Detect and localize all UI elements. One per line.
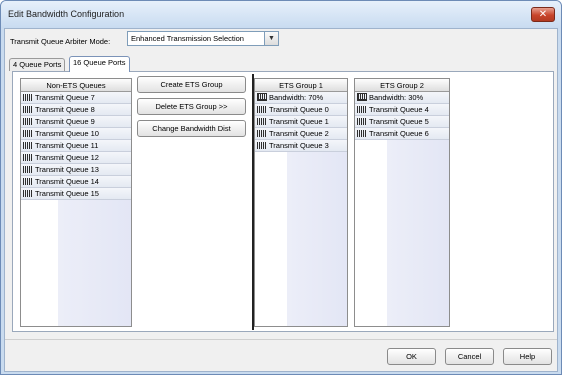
list-item-label: Transmit Queue 9	[35, 117, 95, 126]
tab-label: 4 Queue Ports	[13, 60, 62, 69]
tab-panel: Non-ETS Queues Transmit Queue 7 Transmit…	[12, 71, 554, 332]
queue-icon	[357, 118, 367, 125]
list-item-label: Transmit Queue 8	[35, 105, 95, 114]
list-item-label: Transmit Queue 12	[35, 153, 99, 162]
list-item-label: Transmit Queue 4	[369, 105, 429, 114]
tab-16-queue-ports[interactable]: 16 Queue Ports	[69, 56, 130, 72]
queue-icon	[257, 106, 267, 113]
queue-icon	[23, 154, 33, 161]
list-item-label: Transmit Queue 3	[269, 141, 329, 150]
queue-icon	[23, 118, 33, 125]
queue-icon	[23, 166, 33, 173]
ets-group-2-header: ETS Group 2	[355, 79, 449, 92]
close-button[interactable]: ✕	[531, 7, 555, 22]
bandwidth-row[interactable]: Bandwidth: 70%	[255, 92, 347, 104]
list-item[interactable]: Transmit Queue 14	[21, 176, 131, 188]
non-ets-queue-list[interactable]: Non-ETS Queues Transmit Queue 7 Transmit…	[20, 78, 132, 327]
title-bar[interactable]: Edit Bandwidth Configuration ✕	[1, 1, 561, 28]
queue-icon	[357, 130, 367, 137]
window-title: Edit Bandwidth Configuration	[8, 9, 125, 19]
bandwidth-icon	[257, 93, 267, 101]
ok-button[interactable]: OK	[387, 348, 436, 365]
tab-label: 16 Queue Ports	[73, 58, 126, 67]
ets-group-1-list[interactable]: ETS Group 1 Bandwidth: 70% Transmit Queu…	[254, 78, 348, 327]
list-item[interactable]: Transmit Queue 10	[21, 128, 131, 140]
bandwidth-row[interactable]: Bandwidth: 30%	[355, 92, 449, 104]
dialog-window: Edit Bandwidth Configuration ✕ Transmit …	[0, 0, 562, 375]
list-item[interactable]: Transmit Queue 4	[355, 104, 449, 116]
list-item-label: Transmit Queue 15	[35, 189, 99, 198]
list-item[interactable]: Transmit Queue 13	[21, 164, 131, 176]
list-item[interactable]: Transmit Queue 8	[21, 104, 131, 116]
ets-group-1-header: ETS Group 1	[255, 79, 347, 92]
list-item[interactable]: Transmit Queue 2	[255, 128, 347, 140]
create-ets-group-button[interactable]: Create ETS Group	[137, 76, 246, 93]
ets-group-2-list[interactable]: ETS Group 2 Bandwidth: 30% Transmit Queu…	[354, 78, 450, 327]
list-item-label: Transmit Queue 13	[35, 165, 99, 174]
queue-icon	[357, 106, 367, 113]
list-item-label: Transmit Queue 6	[369, 129, 429, 138]
list-item[interactable]: Transmit Queue 12	[21, 152, 131, 164]
queue-icon	[23, 178, 33, 185]
queue-icon	[257, 142, 267, 149]
close-icon: ✕	[538, 9, 548, 20]
queue-icon	[257, 118, 267, 125]
list-item-label: Transmit Queue 7	[35, 93, 95, 102]
list-item[interactable]: Transmit Queue 7	[21, 92, 131, 104]
change-bandwidth-dist-button[interactable]: Change Bandwidth Dist	[137, 120, 246, 137]
list-item-label: Transmit Queue 0	[269, 105, 329, 114]
delete-ets-group-button[interactable]: Delete ETS Group >>	[137, 98, 246, 115]
list-item[interactable]: Transmit Queue 1	[255, 116, 347, 128]
dialog-body: Transmit Queue Arbiter Mode: Enhanced Tr…	[4, 28, 558, 372]
cancel-button[interactable]: Cancel	[445, 348, 494, 365]
bandwidth-label: Bandwidth: 30%	[369, 93, 424, 102]
non-ets-header: Non-ETS Queues	[21, 79, 131, 92]
arbiter-mode-select[interactable]: Enhanced Transmission Selection ▼	[127, 31, 279, 46]
chevron-down-icon[interactable]: ▼	[264, 32, 278, 45]
help-button[interactable]: Help	[503, 348, 552, 365]
queue-icon	[23, 190, 33, 197]
list-item-label: Transmit Queue 10	[35, 129, 99, 138]
queue-icon	[23, 106, 33, 113]
list-item[interactable]: Transmit Queue 15	[21, 188, 131, 200]
list-item-label: Transmit Queue 11	[35, 141, 99, 150]
list-item[interactable]: Transmit Queue 11	[21, 140, 131, 152]
footer-separator	[5, 339, 557, 340]
queue-icon	[23, 130, 33, 137]
list-item-label: Transmit Queue 14	[35, 177, 99, 186]
bandwidth-label: Bandwidth: 70%	[269, 93, 324, 102]
queue-icon	[257, 130, 267, 137]
list-item[interactable]: Transmit Queue 6	[355, 128, 449, 140]
arbiter-mode-value: Enhanced Transmission Selection	[131, 34, 244, 43]
list-item[interactable]: Transmit Queue 5	[355, 116, 449, 128]
list-item-label: Transmit Queue 1	[269, 117, 329, 126]
queue-icon	[23, 94, 33, 101]
list-item-label: Transmit Queue 5	[369, 117, 429, 126]
list-item[interactable]: Transmit Queue 9	[21, 116, 131, 128]
list-item-label: Transmit Queue 2	[269, 129, 329, 138]
bandwidth-icon	[357, 93, 367, 101]
queue-icon	[23, 142, 33, 149]
arbiter-mode-label: Transmit Queue Arbiter Mode:	[10, 37, 111, 46]
list-item[interactable]: Transmit Queue 0	[255, 104, 347, 116]
list-item[interactable]: Transmit Queue 3	[255, 140, 347, 152]
tab-4-queue-ports[interactable]: 4 Queue Ports	[9, 58, 66, 71]
